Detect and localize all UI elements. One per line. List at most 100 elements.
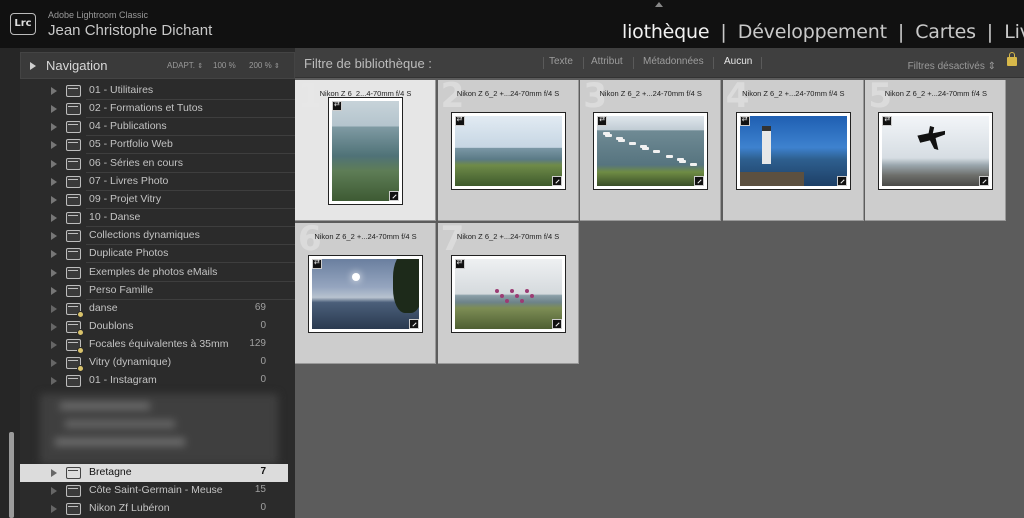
collection-set-icon xyxy=(66,103,81,116)
expand-triangle-icon[interactable] xyxy=(51,505,57,514)
lock-icon[interactable] xyxy=(1007,52,1017,66)
navigator-title: Navigation xyxy=(46,58,108,73)
expand-triangle-icon[interactable] xyxy=(51,214,57,223)
expand-triangle-icon[interactable] xyxy=(51,322,57,331)
develop-adjustment-icon[interactable] xyxy=(409,319,419,329)
expand-triangle-icon[interactable] xyxy=(51,487,57,496)
module-3[interactable]: Livres xyxy=(1004,21,1024,43)
collection-row[interactable]: 02 - Formations et Tutos xyxy=(20,100,288,118)
photo-thumbnail[interactable] xyxy=(735,112,851,190)
develop-adjustment-icon[interactable] xyxy=(551,176,562,186)
collection-row[interactable]: Focales équivalentes à 35mm 129 xyxy=(20,336,288,355)
smart-collection-icon xyxy=(66,357,84,373)
collection-row[interactable]: Exemples de photos eMails xyxy=(20,264,288,282)
photo-cell[interactable]: 3 Nikon Z 6_2 +...24-70mm f/4 S xyxy=(580,76,722,221)
expand-triangle-icon[interactable] xyxy=(51,177,57,186)
photo-cell[interactable]: 4 Nikon Z 6_2 +...24-70mm f/4 S xyxy=(722,76,864,221)
collection-row[interactable]: 06 - Séries en cours xyxy=(20,155,288,173)
develop-adjustment-icon[interactable] xyxy=(389,191,399,201)
virtual-copy-icon[interactable] xyxy=(332,100,342,111)
module-1[interactable]: Développement xyxy=(738,21,887,43)
develop-adjustment-icon[interactable] xyxy=(694,176,705,186)
photo-cell[interactable]: 7 Nikon Z 6_2 +...24-70mm f/4 S xyxy=(437,219,579,364)
navigator-header[interactable]: Navigation ADAPT. ⇕ 100 % 200 % ⇕ xyxy=(20,52,295,79)
virtual-copy-icon[interactable] xyxy=(882,115,893,126)
collection-label: Perso Famille xyxy=(89,283,154,296)
photo-thumbnail[interactable] xyxy=(450,112,566,190)
module-0[interactable]: liothèque xyxy=(622,21,710,43)
collection-set-icon xyxy=(66,139,81,152)
expand-triangle-icon[interactable] xyxy=(51,105,57,114)
expand-triangle-icon[interactable] xyxy=(51,341,57,350)
collection-row[interactable]: 01 - Instagram 0 xyxy=(20,372,288,390)
filter-text-option[interactable]: Texte xyxy=(549,56,573,67)
thistle-shape xyxy=(529,294,534,298)
expand-triangle-icon[interactable] xyxy=(51,268,57,277)
collection-row[interactable]: 04 - Publications xyxy=(20,118,288,136)
develop-adjustment-icon[interactable] xyxy=(836,176,847,186)
zoom-100-option[interactable]: 100 % xyxy=(213,61,236,70)
photo-thumbnail[interactable] xyxy=(450,255,566,333)
expand-triangle-icon[interactable] xyxy=(51,87,57,95)
virtual-copy-icon[interactable] xyxy=(739,115,750,126)
collection-row[interactable]: 10 - Danse xyxy=(20,209,288,227)
lighthouse-shape xyxy=(761,126,771,164)
expand-triangle-icon[interactable] xyxy=(51,123,57,132)
expand-triangle-icon[interactable] xyxy=(51,359,57,368)
expand-triangle-icon[interactable] xyxy=(51,469,57,477)
expand-triangle-icon[interactable] xyxy=(51,141,57,150)
collection-row[interactable]: 01 - Utilitaires xyxy=(20,82,288,100)
filter-attribute-option[interactable]: Attribut xyxy=(591,56,623,67)
collection-row[interactable]: Collections dynamiques xyxy=(20,227,288,245)
expand-triangle-icon[interactable] xyxy=(51,250,57,259)
collection-row[interactable]: Côte Saint-Germain - Meuse 15 xyxy=(20,482,288,500)
collection-row[interactable]: danse 69 xyxy=(20,300,288,318)
collection-count: 129 xyxy=(249,338,266,350)
collapse-top-panel-icon[interactable] xyxy=(655,2,663,7)
virtual-copy-icon[interactable] xyxy=(454,115,465,126)
collection-row[interactable]: Duplicate Photos xyxy=(20,245,288,263)
zoom-fit-option[interactable]: ADAPT. ⇕ xyxy=(167,61,203,70)
virtual-copy-icon[interactable] xyxy=(312,258,322,269)
collection-row[interactable]: 07 - Livres Photo xyxy=(20,173,288,191)
collection-label: 01 - Utilitaires xyxy=(89,84,154,96)
collection-row[interactable]: 05 - Portfolio Web xyxy=(20,136,288,154)
develop-adjustment-icon[interactable] xyxy=(979,176,990,186)
photo-cell[interactable]: 5 Nikon Z 6_2 +...24-70mm f/4 S xyxy=(865,76,1007,221)
collection-row[interactable]: Doublons 0 xyxy=(20,318,288,336)
thumbnail-grid: 1Nikon Z 6_2...4-70mm f/4 S2Nikon Z 6_2 … xyxy=(295,76,1008,366)
collection-row[interactable]: Nikon Zf Lubéron 0 xyxy=(20,500,288,518)
collection-count: 0 xyxy=(260,502,266,514)
expand-triangle-icon[interactable] xyxy=(30,62,36,70)
zoom-200-option[interactable]: 200 % ⇕ xyxy=(249,61,280,70)
filter-none-option[interactable]: Aucun xyxy=(724,56,752,67)
filter-metadata-option[interactable]: Métadonnées xyxy=(643,56,704,67)
expand-triangle-icon[interactable] xyxy=(51,377,57,386)
photo-thumbnail[interactable] xyxy=(328,97,403,205)
expand-triangle-icon[interactable] xyxy=(51,232,57,241)
filter-presets-dropdown[interactable]: Filtres désactivés ⇕ xyxy=(908,61,996,72)
photo-thumbnail[interactable] xyxy=(308,255,423,333)
virtual-copy-icon[interactable] xyxy=(597,115,608,126)
collection-row[interactable]: Perso Famille xyxy=(20,282,288,300)
left-panel-scrollbar[interactable] xyxy=(9,432,14,518)
photo-thumbnail[interactable] xyxy=(878,112,994,190)
lrc-logo: Lrc xyxy=(10,13,36,35)
collection-row[interactable]: 09 - Projet Vitry xyxy=(20,191,288,209)
expand-triangle-icon[interactable] xyxy=(51,286,57,295)
photo-cell[interactable]: 2 Nikon Z 6_2 +...24-70mm f/4 S xyxy=(437,76,579,221)
collection-row-selected[interactable]: Bretagne 7 xyxy=(20,464,288,482)
expand-triangle-icon[interactable] xyxy=(51,304,57,313)
develop-adjustment-icon[interactable] xyxy=(551,319,562,329)
module-2[interactable]: Cartes xyxy=(915,21,976,43)
expand-triangle-icon[interactable] xyxy=(51,159,57,168)
collection-set-icon xyxy=(66,175,81,188)
photo-thumbnail[interactable] xyxy=(593,112,709,190)
collection-list: 01 - Utilitaires 02 - Formations et Tutos… xyxy=(20,82,295,402)
expand-triangle-icon[interactable] xyxy=(51,195,57,204)
photo-cell[interactable]: 6 Nikon Z 6_2 +...24-70mm f/4 S xyxy=(295,219,436,364)
boat-shape xyxy=(618,139,626,142)
virtual-copy-icon[interactable] xyxy=(454,258,465,269)
collection-row[interactable]: Vitry (dynamique) 0 xyxy=(20,354,288,373)
photo-cell[interactable]: 1 Nikon Z 6_2...4-70mm f/4 S xyxy=(295,76,436,221)
